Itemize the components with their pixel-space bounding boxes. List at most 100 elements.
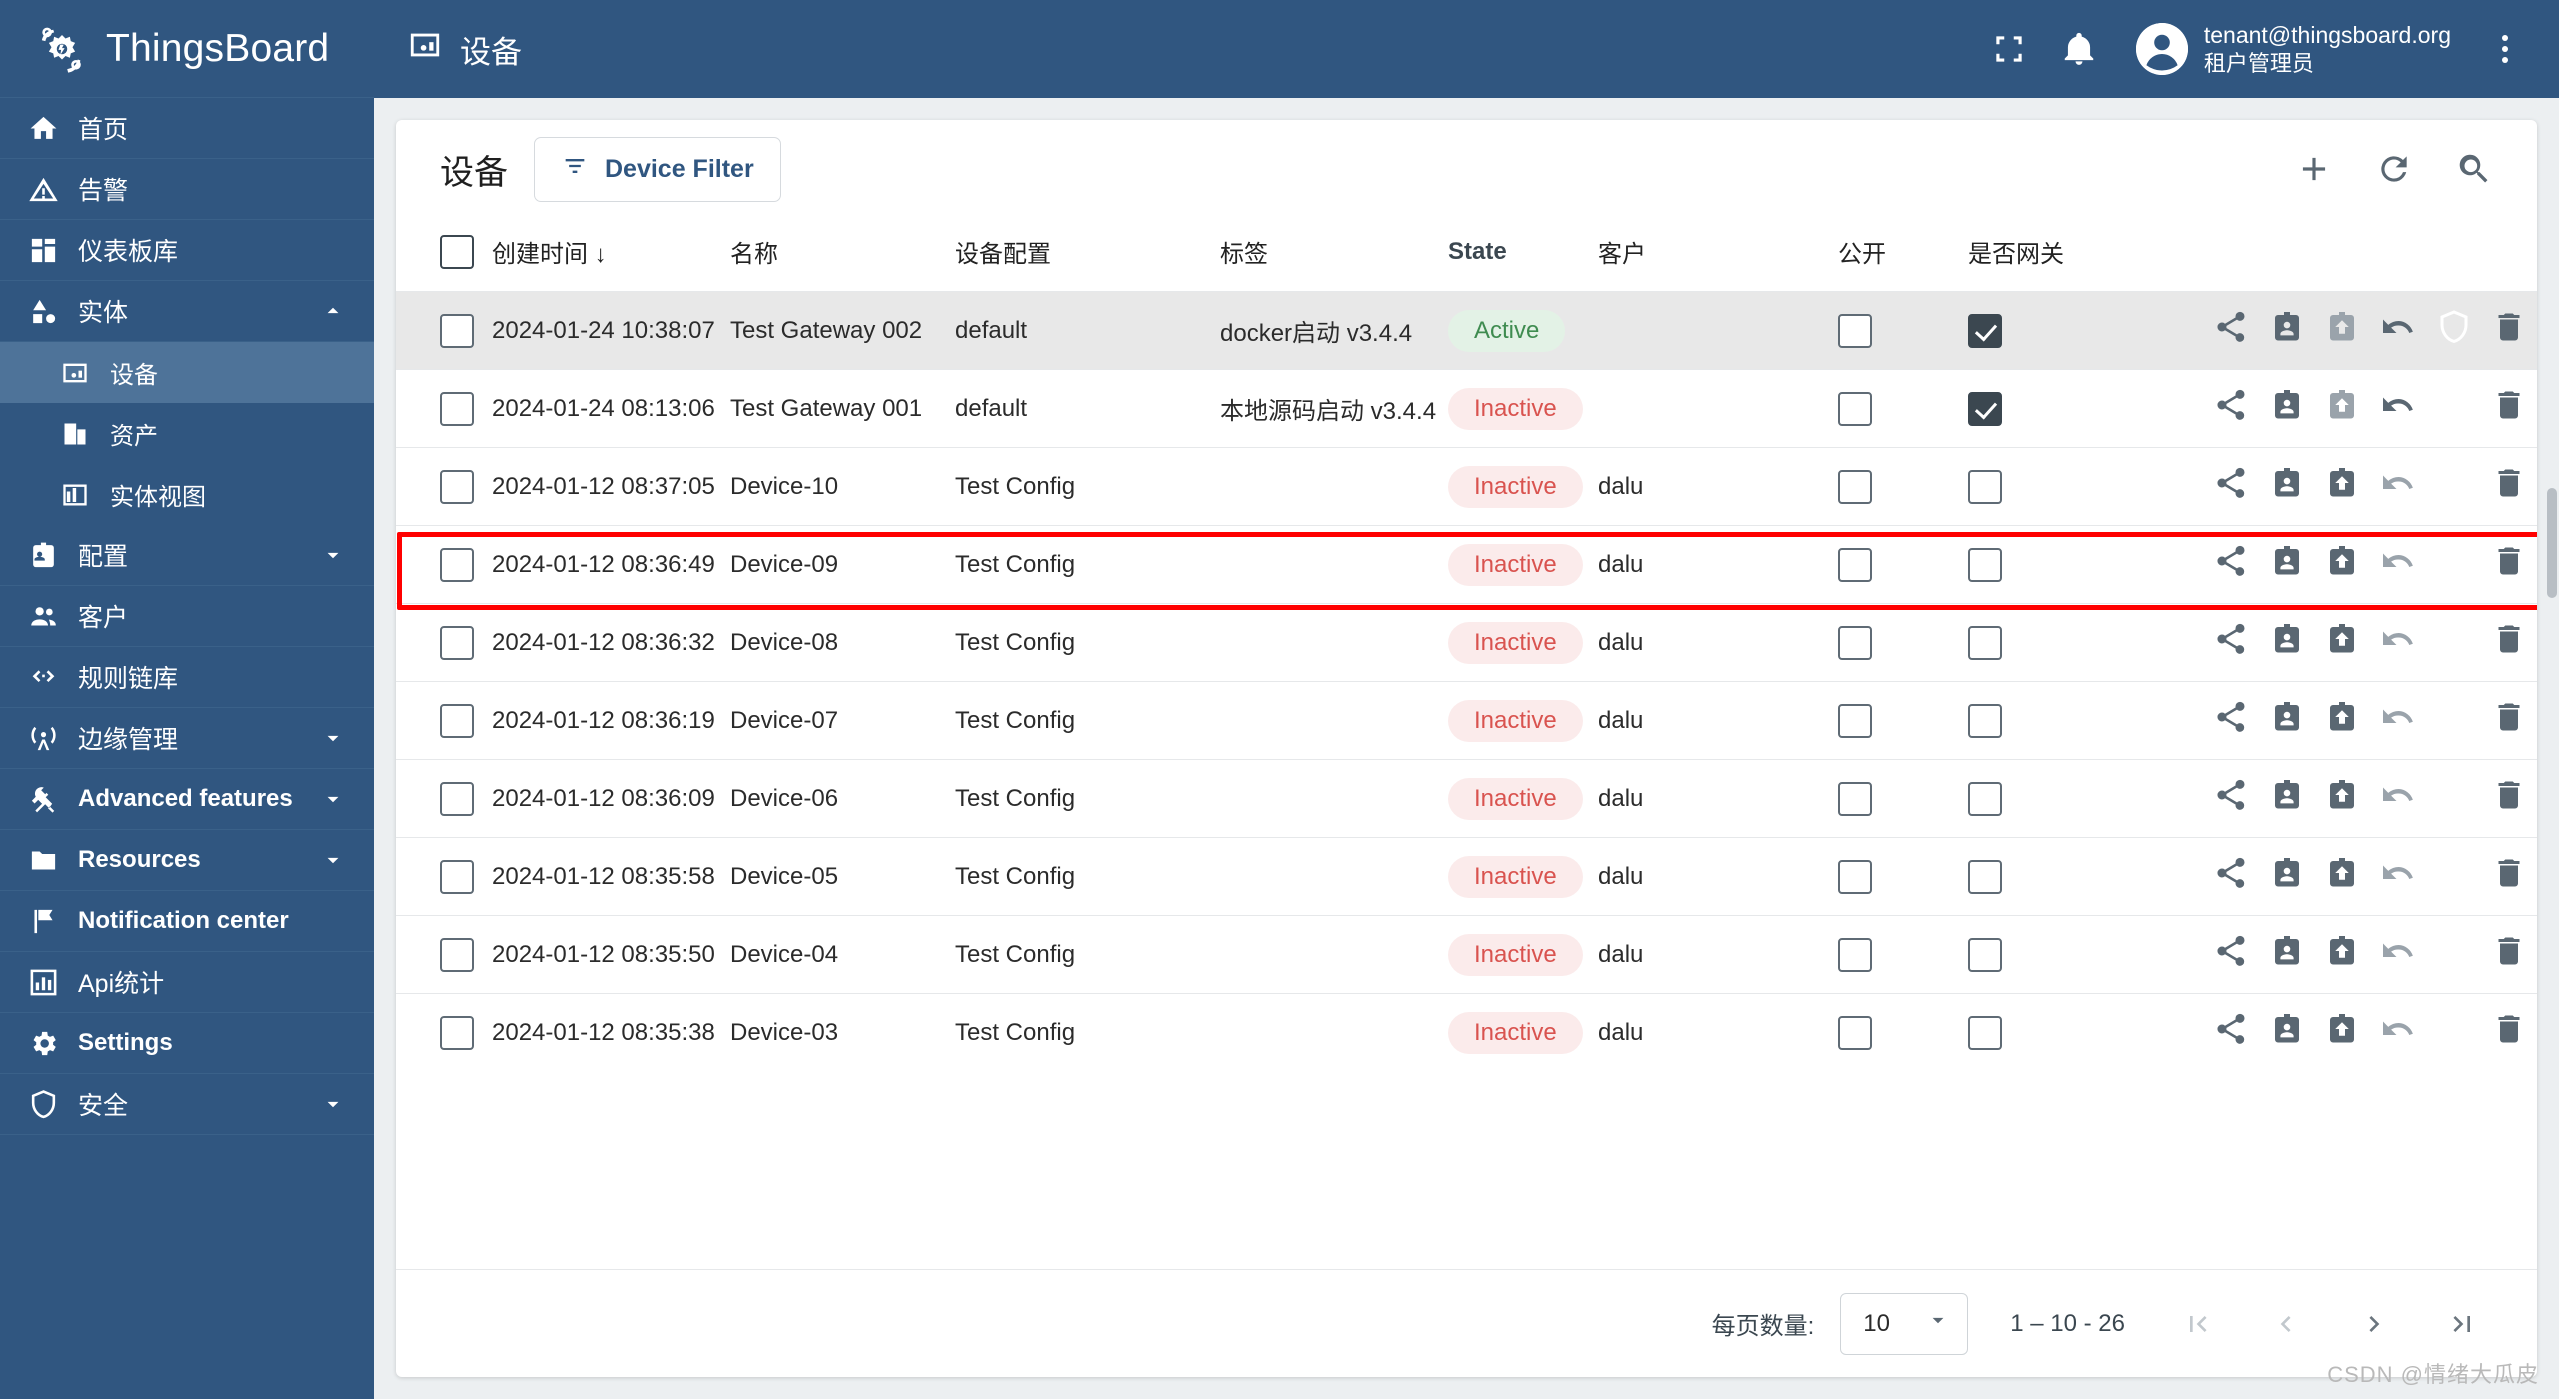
gateway-checkbox[interactable] xyxy=(1968,469,2002,504)
manage-creds-action[interactable] xyxy=(2259,691,2315,751)
row-checkbox[interactable] xyxy=(440,625,474,660)
share-action[interactable] xyxy=(2203,1003,2259,1063)
unassign-action[interactable] xyxy=(2370,769,2426,829)
credentials-action[interactable] xyxy=(2426,613,2482,673)
kebab-menu-icon[interactable] xyxy=(2485,26,2525,72)
unassign-action[interactable] xyxy=(2370,613,2426,673)
manage-creds-action[interactable] xyxy=(2259,847,2315,907)
delete-action[interactable] xyxy=(2481,691,2537,751)
sidebar-item-首页[interactable]: 首页 xyxy=(0,98,374,159)
table-row[interactable]: 2024-01-12 08:37:05 Device-10 Test Config I… xyxy=(396,447,2537,526)
row-checkbox[interactable] xyxy=(440,1015,474,1050)
first-page-icon[interactable] xyxy=(2167,1293,2229,1355)
gateway-checkbox[interactable] xyxy=(1968,781,2002,816)
unassign-action[interactable] xyxy=(2370,691,2426,751)
credentials-action[interactable] xyxy=(2426,769,2482,829)
public-checkbox[interactable] xyxy=(1838,937,1872,972)
table-row[interactable]: 2024-01-12 08:36:09 Device-06 Test Config I… xyxy=(396,759,2537,838)
assign-action[interactable] xyxy=(2314,691,2370,751)
add-device-button[interactable] xyxy=(2291,146,2337,192)
delete-action[interactable] xyxy=(2481,613,2537,673)
th-customer[interactable]: 客户 xyxy=(1598,218,1838,292)
bell-icon[interactable] xyxy=(2056,26,2102,72)
sidebar-item-资产[interactable]: 资产 xyxy=(0,403,374,464)
gateway-checkbox[interactable] xyxy=(1968,313,2002,348)
public-checkbox[interactable] xyxy=(1838,313,1872,348)
user-menu[interactable]: tenant@thingsboard.org 租户管理员 xyxy=(2135,21,2451,77)
table-row[interactable]: 2024-01-12 08:35:38 Device-03 Test Config I… xyxy=(396,993,2537,1072)
sidebar-item-notification-center[interactable]: Notification center xyxy=(0,891,374,952)
share-action[interactable] xyxy=(2203,535,2259,595)
row-checkbox[interactable] xyxy=(440,859,474,894)
manage-creds-action[interactable] xyxy=(2259,535,2315,595)
gateway-checkbox[interactable] xyxy=(1968,547,2002,582)
assign-action[interactable] xyxy=(2314,925,2370,985)
table-row[interactable]: 2024-01-12 08:36:19 Device-07 Test Config I… xyxy=(396,681,2537,760)
delete-action[interactable] xyxy=(2481,847,2537,907)
table-row[interactable]: 2024-01-24 08:13:06 Test Gateway 001 defau… xyxy=(396,369,2537,448)
sidebar-item-api统计[interactable]: Api统计 xyxy=(0,952,374,1013)
th-created-time[interactable]: 创建时间 ↓ xyxy=(492,218,730,292)
share-action[interactable] xyxy=(2203,925,2259,985)
brand[interactable]: ThingsBoard xyxy=(0,0,374,98)
assign-action[interactable] xyxy=(2314,1003,2370,1063)
chevron-down-icon[interactable] xyxy=(320,1091,346,1117)
unassign-action[interactable] xyxy=(2370,847,2426,907)
sidebar-item-resources[interactable]: Resources xyxy=(0,830,374,891)
th-gateway[interactable]: 是否网关 xyxy=(1968,218,2203,292)
public-checkbox[interactable] xyxy=(1838,1015,1872,1050)
gateway-checkbox[interactable] xyxy=(1968,1015,2002,1050)
credentials-action[interactable] xyxy=(2426,457,2482,517)
search-button[interactable] xyxy=(2451,146,2497,192)
share-action[interactable] xyxy=(2203,769,2259,829)
prev-page-icon[interactable] xyxy=(2255,1293,2317,1355)
manage-creds-action[interactable] xyxy=(2259,925,2315,985)
credentials-action[interactable] xyxy=(2426,1003,2482,1063)
public-checkbox[interactable] xyxy=(1838,703,1872,738)
chevron-up-icon[interactable] xyxy=(320,298,346,324)
assign-action[interactable] xyxy=(2314,847,2370,907)
delete-action[interactable] xyxy=(2481,301,2537,361)
gateway-checkbox[interactable] xyxy=(1968,859,2002,894)
row-checkbox[interactable] xyxy=(440,937,474,972)
public-checkbox[interactable] xyxy=(1838,859,1872,894)
credentials-action[interactable] xyxy=(2426,535,2482,595)
delete-action[interactable] xyxy=(2481,769,2537,829)
sidebar-item-实体[interactable]: 实体 xyxy=(0,281,374,342)
assign-action[interactable] xyxy=(2314,379,2370,439)
fullscreen-icon[interactable] xyxy=(1986,26,2032,72)
next-page-icon[interactable] xyxy=(2343,1293,2405,1355)
sidebar-item-设备[interactable]: 设备 xyxy=(0,342,374,403)
sidebar-item-安全[interactable]: 安全 xyxy=(0,1074,374,1135)
sidebar-item-边缘管理[interactable]: 边缘管理 xyxy=(0,708,374,769)
delete-action[interactable] xyxy=(2481,379,2537,439)
assign-action[interactable] xyxy=(2314,613,2370,673)
share-action[interactable] xyxy=(2203,691,2259,751)
unassign-action[interactable] xyxy=(2370,457,2426,517)
table-row[interactable]: 2024-01-12 08:36:32 Device-08 Test Config I… xyxy=(396,603,2537,682)
sidebar-item-客户[interactable]: 客户 xyxy=(0,586,374,647)
manage-creds-action[interactable] xyxy=(2259,457,2315,517)
delete-action[interactable] xyxy=(2481,535,2537,595)
credentials-action[interactable] xyxy=(2426,925,2482,985)
manage-creds-action[interactable] xyxy=(2259,301,2315,361)
share-action[interactable] xyxy=(2203,847,2259,907)
assign-action[interactable] xyxy=(2314,769,2370,829)
row-checkbox[interactable] xyxy=(440,547,474,582)
credentials-action[interactable] xyxy=(2426,379,2482,439)
row-checkbox[interactable] xyxy=(440,391,474,426)
public-checkbox[interactable] xyxy=(1838,469,1872,504)
gateway-checkbox[interactable] xyxy=(1968,703,2002,738)
assign-action[interactable] xyxy=(2314,457,2370,517)
sidebar-item-规则链库[interactable]: 规则链库 xyxy=(0,647,374,708)
unassign-action[interactable] xyxy=(2370,925,2426,985)
chevron-down-icon[interactable] xyxy=(320,786,346,812)
sidebar-item-仪表板库[interactable]: 仪表板库 xyxy=(0,220,374,281)
share-action[interactable] xyxy=(2203,613,2259,673)
th-name[interactable]: 名称 xyxy=(730,218,955,292)
gateway-checkbox[interactable] xyxy=(1968,625,2002,660)
sidebar-item-配置[interactable]: 配置 xyxy=(0,525,374,586)
chevron-down-icon[interactable] xyxy=(320,847,346,873)
th-device-profile[interactable]: 设备配置 xyxy=(955,218,1220,292)
credentials-action[interactable] xyxy=(2426,301,2482,361)
